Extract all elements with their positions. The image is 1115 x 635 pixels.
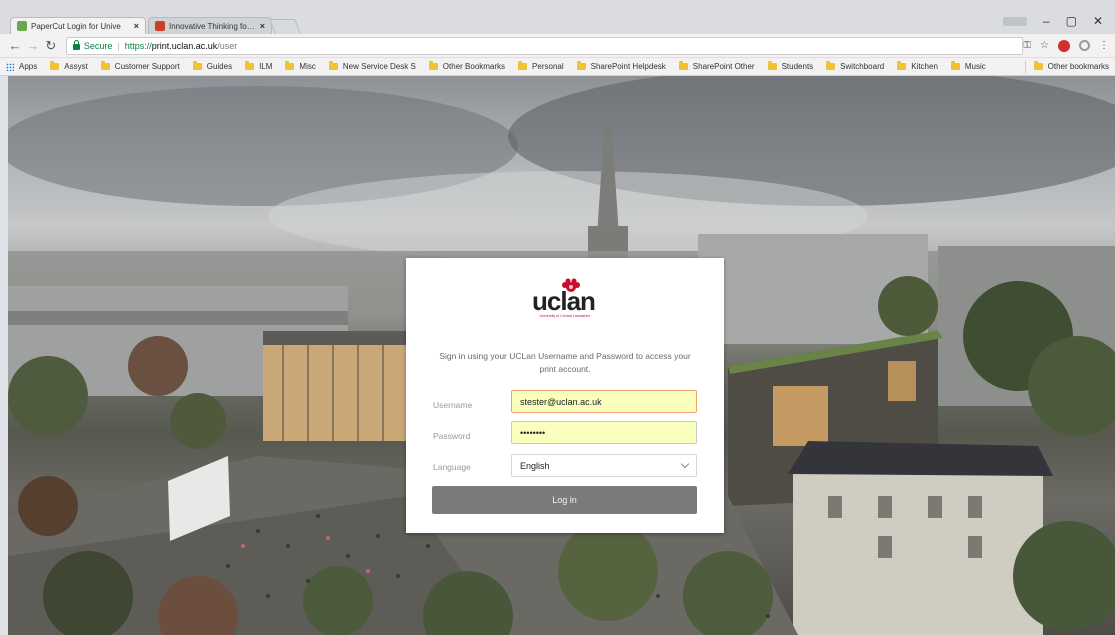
bookmark-folder[interactable]: Other Bookmarks <box>428 61 506 71</box>
login-button[interactable]: Log in <box>432 486 697 514</box>
url-host: print.uclan.ac.uk <box>151 40 218 51</box>
uclan-logo: uclan University of Central Lancashire <box>530 278 600 320</box>
bookmark-label: Music <box>964 62 986 71</box>
new-tab-button[interactable] <box>269 19 301 34</box>
bookmarks-divider <box>1024 60 1026 73</box>
window-controls: – ▢ ✕ <box>1002 14 1115 28</box>
extension-icon[interactable] <box>1079 40 1090 51</box>
bookmark-folder[interactable]: Personal <box>518 61 564 71</box>
back-icon[interactable]: ← <box>6 38 24 53</box>
secure-label: Secure <box>83 40 113 51</box>
folder-icon <box>245 61 255 70</box>
bookmark-folder[interactable]: Customer Support <box>100 61 180 71</box>
folder-icon <box>192 61 202 70</box>
bookmark-folder[interactable]: SharePoint Other <box>678 61 755 71</box>
toolbar-actions: ⚿ ☆ ⋮ <box>1023 39 1109 52</box>
close-icon[interactable]: × <box>134 21 139 31</box>
lock-icon <box>72 39 80 50</box>
folder-icon <box>576 61 586 70</box>
key-icon[interactable]: ⚿ <box>1023 40 1031 51</box>
adblock-icon[interactable] <box>1058 39 1070 52</box>
sign-in-instructions: Sign in using your UCLan Username and Pa… <box>439 351 691 374</box>
language-selected-value: English <box>520 460 550 471</box>
folder-icon <box>1033 61 1043 70</box>
login-card: uclan University of Central Lancashire S… <box>406 258 724 533</box>
tab-label: PaperCut Login for Unive <box>31 21 121 31</box>
logo-wordmark: uclan <box>532 286 596 316</box>
profile-badge[interactable] <box>1002 16 1027 26</box>
folder-icon <box>100 61 110 70</box>
bookmark-folder[interactable]: Assyst <box>50 61 88 71</box>
bookmark-folder[interactable]: Guides <box>192 61 233 71</box>
folder-icon <box>767 61 777 70</box>
bookmark-label: Other bookmarks <box>1047 62 1109 71</box>
forward-icon[interactable]: → <box>24 38 42 53</box>
apps-icon <box>6 62 14 71</box>
folder-icon <box>428 61 438 70</box>
bookmark-label: SharePoint Other <box>692 62 755 71</box>
tab-label: Innovative Thinking for th <box>169 21 256 31</box>
browser-toolbar: ← → ↻ Secure | https://print.uclan.ac.uk… <box>0 34 1115 58</box>
bookmark-label: Switchboard <box>840 62 885 71</box>
bookmark-label: Assyst <box>64 62 88 71</box>
folder-icon <box>897 61 907 70</box>
username-label: Username <box>433 400 473 410</box>
folder-icon <box>518 61 528 70</box>
logo-subtitle: University of Central Lancashire <box>539 314 591 318</box>
news-favicon <box>155 21 165 31</box>
bookmark-folder[interactable]: Kitchen <box>897 61 938 71</box>
bookmark-folder[interactable]: ILM <box>245 61 273 71</box>
address-separator: | <box>117 40 120 51</box>
language-label: Language <box>433 462 471 472</box>
papercut-favicon <box>17 21 27 31</box>
bookmark-label: Apps <box>19 62 38 71</box>
minimize-icon[interactable]: – <box>1043 14 1050 28</box>
star-icon[interactable]: ☆ <box>1040 40 1049 51</box>
bookmarks-bar: Apps Assyst Customer Support Guides ILM … <box>0 58 1115 76</box>
login-page-background: uclan University of Central Lancashire S… <box>8 76 1115 635</box>
bookmark-label: Misc <box>299 62 316 71</box>
close-icon[interactable]: × <box>260 21 265 31</box>
tab-papercut-login[interactable]: PaperCut Login for Unive × <box>10 17 146 34</box>
folder-icon <box>50 61 60 70</box>
bookmark-label: Students <box>781 62 814 71</box>
username-input[interactable] <box>511 390 697 413</box>
url-path: /user <box>217 40 238 51</box>
bookmark-folder[interactable]: Music <box>950 61 986 71</box>
address-bar[interactable]: Secure | https://print.uclan.ac.uk/user <box>65 36 1024 55</box>
bookmark-apps[interactable]: Apps <box>6 62 37 71</box>
bookmark-label: Personal <box>532 62 564 71</box>
bookmark-folder[interactable]: Students <box>767 61 814 71</box>
bookmark-folder[interactable]: Misc <box>285 61 316 71</box>
bookmark-folder[interactable]: Switchboard <box>826 61 885 71</box>
url-scheme: https:// <box>124 40 152 51</box>
password-label: Password <box>433 431 471 441</box>
bookmark-label: New Service Desk S <box>342 62 416 71</box>
bookmark-label: SharePoint Helpdesk <box>590 62 666 71</box>
chevron-down-icon <box>680 459 690 468</box>
bookmark-label: Kitchen <box>911 62 938 71</box>
bookmark-label: Other Bookmarks <box>442 62 506 71</box>
maximize-icon[interactable]: ▢ <box>1066 14 1077 28</box>
bookmark-folder[interactable]: New Service Desk S <box>328 61 416 71</box>
folder-icon <box>826 61 836 70</box>
bookmark-label: Guides <box>206 62 233 71</box>
other-bookmarks[interactable]: Other bookmarks <box>1024 60 1109 73</box>
menu-icon[interactable]: ⋮ <box>1099 40 1109 51</box>
language-select[interactable]: English <box>511 454 697 477</box>
folder-icon <box>328 61 338 70</box>
folder-icon <box>950 61 960 70</box>
reload-icon[interactable]: ↻ <box>42 38 60 54</box>
bookmark-label: Customer Support <box>114 62 180 71</box>
tab-innovative-thinking[interactable]: Innovative Thinking for th × <box>148 17 272 34</box>
bookmark-label: ILM <box>259 62 273 71</box>
bookmark-folder[interactable]: SharePoint Helpdesk <box>576 61 666 71</box>
close-window-icon[interactable]: ✕ <box>1093 14 1103 28</box>
password-input[interactable] <box>511 421 697 444</box>
folder-icon <box>678 61 688 70</box>
browser-titlebar: PaperCut Login for Unive × Innovative Th… <box>0 0 1115 34</box>
folder-icon <box>285 61 295 70</box>
